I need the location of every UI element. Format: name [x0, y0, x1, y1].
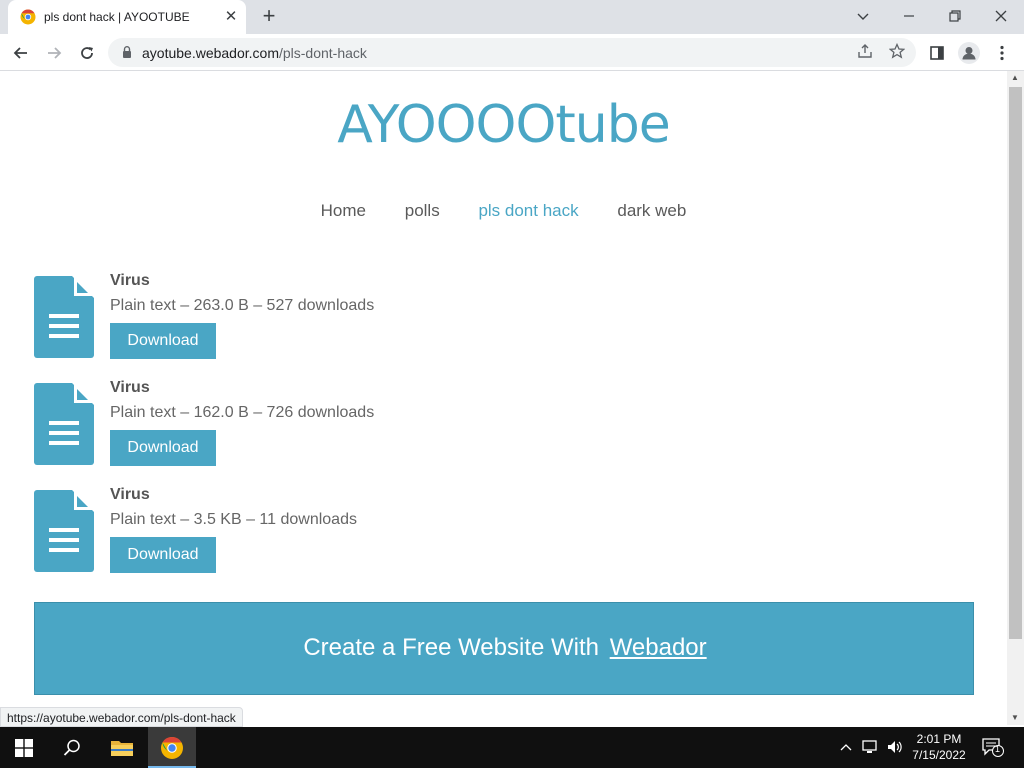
search-button[interactable]	[48, 727, 96, 768]
back-button[interactable]	[9, 41, 33, 65]
web-page: AYOOOOtube Home polls pls dont hack dark…	[0, 71, 1007, 725]
start-button[interactable]	[0, 727, 48, 768]
site-title[interactable]: AYOOOOtube	[0, 95, 1007, 155]
bookmark-star-icon[interactable]	[888, 42, 906, 61]
status-bar-url: https://ayotube.webador.com/pls-dont-hac…	[0, 707, 243, 727]
file-item: Virus Plain text – 162.0 B – 726 downloa…	[34, 379, 634, 469]
share-icon[interactable]	[856, 43, 874, 61]
nav-polls[interactable]: polls	[405, 201, 440, 221]
menu-icon[interactable]	[991, 42, 1013, 64]
tab-strip: pls dont hack | AYOOTUBE ✕ +	[0, 0, 1024, 34]
address-bar[interactable]: ayotube.webador.com/pls-dont-hack	[108, 38, 916, 67]
document-icon	[34, 490, 94, 572]
profile-avatar-icon[interactable]	[958, 42, 980, 64]
clock-time: 2:01 PM	[916, 732, 962, 746]
url-domain: ayotube.webador.com	[142, 45, 279, 61]
windows-logo-icon	[15, 739, 33, 757]
chrome-icon	[161, 737, 183, 759]
file-explorer-button[interactable]	[98, 727, 146, 768]
file-meta: Plain text – 3.5 KB – 11 downloads	[110, 511, 357, 528]
reload-button[interactable]	[75, 41, 99, 65]
file-meta: Plain text – 263.0 B – 527 downloads	[110, 297, 375, 314]
system-clock[interactable]: 2:01 PM 7/15/2022	[906, 731, 972, 763]
url-path: /pls-dont-hack	[278, 45, 367, 61]
new-tab-button[interactable]: +	[258, 5, 280, 28]
notifications-icon[interactable]: 1	[982, 737, 1004, 760]
side-panel-icon[interactable]	[926, 42, 948, 64]
folder-icon	[111, 741, 133, 756]
browser-toolbar: ayotube.webador.com/pls-dont-hack	[0, 34, 1024, 71]
browser-tab[interactable]: pls dont hack | AYOOTUBE ✕	[8, 0, 246, 34]
document-icon	[34, 383, 94, 465]
clock-date: 7/15/2022	[912, 748, 966, 762]
scroll-thumb[interactable]	[1009, 87, 1022, 639]
file-name: Virus	[110, 272, 150, 289]
network-icon[interactable]	[862, 739, 880, 758]
file-item: Virus Plain text – 263.0 B – 527 downloa…	[34, 272, 634, 362]
tab-title: pls dont hack | AYOOTUBE	[44, 10, 190, 24]
download-button[interactable]: Download	[110, 430, 216, 466]
chrome-taskbar-button[interactable]	[148, 727, 196, 768]
restore-button[interactable]	[940, 4, 970, 28]
show-hidden-icons-chevron-icon[interactable]	[840, 739, 852, 754]
volume-icon[interactable]	[886, 739, 904, 758]
scroll-down-arrow-icon[interactable]: ▼	[1011, 713, 1019, 722]
download-button[interactable]: Download	[110, 323, 216, 359]
file-name: Virus	[110, 486, 150, 503]
url-text[interactable]: ayotube.webador.com/pls-dont-hack	[142, 45, 367, 61]
tab-close-icon[interactable]: ✕	[222, 8, 240, 26]
file-meta: Plain text – 162.0 B – 726 downloads	[110, 404, 375, 421]
site-navigation: Home polls pls dont hack dark web	[0, 201, 1007, 221]
document-icon	[34, 276, 94, 358]
notification-count: 1	[995, 744, 1001, 754]
lock-icon[interactable]	[120, 45, 134, 59]
forward-button[interactable]	[42, 41, 66, 65]
banner-label: Create a Free Website With	[303, 634, 600, 661]
nav-home[interactable]: Home	[321, 201, 366, 221]
site-favicon-icon	[20, 9, 36, 25]
scroll-up-arrow-icon[interactable]: ▲	[1011, 73, 1019, 82]
banner-text: Create a Free Website With Webador	[35, 634, 975, 662]
download-button[interactable]: Download	[110, 537, 216, 573]
search-icon	[63, 739, 80, 756]
close-window-button[interactable]	[986, 4, 1016, 28]
file-item: Virus Plain text – 3.5 KB – 11 downloads…	[34, 486, 634, 576]
minimize-button[interactable]	[894, 4, 924, 28]
page-scrollbar[interactable]: ▲ ▼	[1007, 71, 1024, 725]
windows-taskbar: 2:01 PM 7/15/2022 1	[0, 727, 1024, 768]
nav-dark-web[interactable]: dark web	[617, 201, 686, 221]
file-name: Virus	[110, 379, 150, 396]
webador-banner[interactable]: Create a Free Website With Webador	[34, 602, 974, 695]
webador-link[interactable]: Webador	[610, 634, 707, 661]
nav-pls-dont-hack[interactable]: pls dont hack	[478, 201, 578, 221]
tab-search-icon[interactable]	[848, 4, 878, 28]
